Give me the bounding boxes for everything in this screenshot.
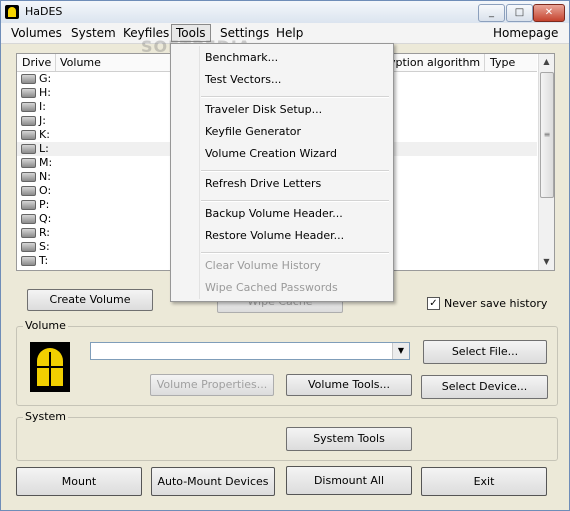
drive-icon bbox=[21, 88, 36, 98]
mount-button[interactable]: Mount bbox=[16, 467, 142, 496]
system-tools-button[interactable]: System Tools bbox=[286, 427, 412, 451]
menu-help[interactable]: Help bbox=[272, 25, 307, 41]
drive-letter: K: bbox=[39, 128, 50, 141]
drive-icon bbox=[21, 242, 36, 252]
column-drive[interactable]: Drive bbox=[22, 56, 51, 69]
menu-item-test-vectors[interactable]: Test Vectors... bbox=[205, 73, 281, 86]
menu-system[interactable]: System bbox=[67, 25, 120, 41]
column-type[interactable]: Type bbox=[490, 56, 515, 69]
menu-bar: Volumes System Keyfiles Tools Settings H… bbox=[1, 23, 569, 44]
drive-icon bbox=[21, 186, 36, 196]
app-icon bbox=[5, 5, 19, 19]
drive-letter: J: bbox=[39, 114, 46, 127]
drive-letter: I: bbox=[39, 100, 46, 113]
main-window: HaDES _ □ ✕ Volumes System Keyfiles Tool… bbox=[0, 0, 570, 511]
create-volume-button[interactable]: Create Volume bbox=[27, 289, 153, 311]
menu-item-benchmark[interactable]: Benchmark... bbox=[205, 51, 278, 64]
scroll-up-icon[interactable]: ▲ bbox=[539, 54, 554, 70]
drive-letter: L: bbox=[39, 142, 49, 155]
drive-letter: H: bbox=[39, 86, 51, 99]
column-encryption[interactable]: yption algorithm bbox=[389, 56, 480, 69]
volume-tools-button[interactable]: Volume Tools... bbox=[286, 374, 412, 396]
drive-letter: M: bbox=[39, 156, 53, 169]
scroll-down-icon[interactable]: ▼ bbox=[539, 254, 554, 270]
never-save-history-label[interactable]: Never save history bbox=[444, 297, 547, 310]
drive-icon bbox=[21, 158, 36, 168]
drive-icon bbox=[21, 200, 36, 210]
select-file-button[interactable]: Select File... bbox=[423, 340, 547, 364]
volume-properties-button[interactable]: Volume Properties... bbox=[150, 374, 274, 396]
close-button[interactable]: ✕ bbox=[533, 4, 565, 22]
drive-letter: T: bbox=[39, 254, 49, 267]
drive-icon bbox=[21, 144, 36, 154]
tools-menu-dropdown: Benchmark... Test Vectors... Traveler Di… bbox=[170, 43, 394, 302]
exit-button[interactable]: Exit bbox=[421, 467, 547, 496]
menu-item-wipe-cached-passwords[interactable]: Wipe Cached Passwords bbox=[205, 281, 338, 294]
drive-list-scrollbar[interactable]: ▲ ≡ ▼ bbox=[538, 54, 554, 270]
title-bar: HaDES _ □ ✕ bbox=[1, 1, 569, 24]
menu-homepage[interactable]: Homepage bbox=[489, 25, 562, 41]
drive-letter: Q: bbox=[39, 212, 52, 225]
menu-item-refresh-drive-letters[interactable]: Refresh Drive Letters bbox=[205, 177, 321, 190]
column-volume[interactable]: Volume bbox=[60, 56, 101, 69]
volume-group-label: Volume bbox=[23, 319, 68, 332]
volume-icon bbox=[30, 342, 70, 392]
drive-icon bbox=[21, 214, 36, 224]
menu-item-volume-creation-wizard[interactable]: Volume Creation Wizard bbox=[205, 147, 337, 160]
volume-path-combo[interactable]: ▼ bbox=[90, 342, 410, 360]
drive-letter: O: bbox=[39, 184, 52, 197]
menu-item-clear-volume-history[interactable]: Clear Volume History bbox=[205, 259, 321, 272]
menu-item-restore-volume-header[interactable]: Restore Volume Header... bbox=[205, 229, 344, 242]
window-title: HaDES bbox=[25, 5, 63, 18]
scroll-thumb[interactable]: ≡ bbox=[540, 72, 554, 198]
auto-mount-button[interactable]: Auto-Mount Devices bbox=[151, 467, 275, 496]
system-group-label: System bbox=[23, 410, 69, 423]
drive-letter: S: bbox=[39, 240, 50, 253]
drive-icon bbox=[21, 74, 36, 84]
drive-letter: P: bbox=[39, 198, 50, 211]
menu-item-backup-volume-header[interactable]: Backup Volume Header... bbox=[205, 207, 343, 220]
never-save-history-checkbox[interactable]: ✓ bbox=[427, 297, 440, 310]
dismount-all-button[interactable]: Dismount All bbox=[286, 466, 412, 495]
menu-item-keyfile-generator[interactable]: Keyfile Generator bbox=[205, 125, 301, 138]
maximize-button[interactable]: □ bbox=[506, 4, 533, 22]
drive-letter: G: bbox=[39, 72, 52, 85]
chevron-down-icon[interactable]: ▼ bbox=[392, 343, 409, 359]
menu-item-traveler-disk-setup[interactable]: Traveler Disk Setup... bbox=[205, 103, 322, 116]
drive-icon bbox=[21, 130, 36, 140]
drive-icon bbox=[21, 172, 36, 182]
drive-icon bbox=[21, 102, 36, 112]
drive-icon bbox=[21, 228, 36, 238]
select-device-button[interactable]: Select Device... bbox=[421, 375, 548, 399]
drive-letter: N: bbox=[39, 170, 51, 183]
drive-letter: R: bbox=[39, 226, 51, 239]
minimize-button[interactable]: _ bbox=[478, 4, 505, 22]
drive-icon bbox=[21, 116, 36, 126]
menu-volumes[interactable]: Volumes bbox=[7, 25, 66, 41]
drive-icon bbox=[21, 256, 36, 266]
